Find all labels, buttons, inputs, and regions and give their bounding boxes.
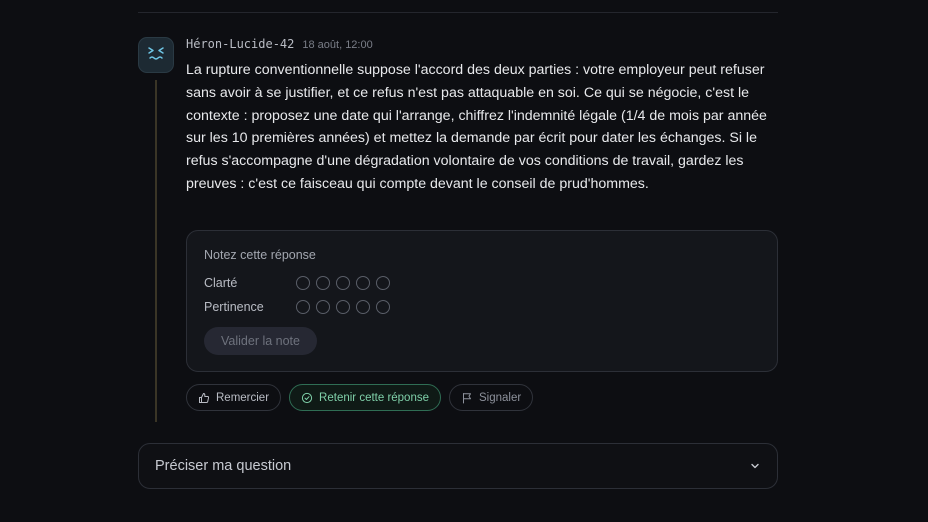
rating-label: Pertinence — [204, 300, 264, 314]
message-actions: Remercier Retenir cette réponse Signaler — [186, 384, 534, 411]
refine-question-label: Préciser ma question — [155, 458, 292, 474]
rating-dot[interactable] — [316, 276, 330, 290]
rating-dot[interactable] — [376, 276, 390, 290]
thread-line — [155, 80, 157, 422]
report-button[interactable]: Signaler — [449, 384, 534, 411]
rating-scale-clarity — [296, 276, 390, 290]
rating-title: Notez cette réponse — [204, 248, 316, 262]
rating-row-relevance: Pertinence — [204, 298, 390, 316]
rating-dot[interactable] — [356, 276, 370, 290]
thumbs-up-icon — [198, 392, 210, 404]
sleepy-face-icon — [145, 42, 167, 69]
message-header: Héron-Lucide-42 18 août, 12:00 — [186, 37, 373, 53]
refine-question-dropdown[interactable]: Préciser ma question — [138, 443, 778, 489]
rating-dot[interactable] — [296, 276, 310, 290]
check-circle-icon — [301, 392, 313, 404]
rating-dot[interactable] — [376, 300, 390, 314]
rating-dot[interactable] — [356, 300, 370, 314]
message-paragraph: La rupture conventionnelle suppose l'acc… — [186, 62, 767, 192]
rating-dot[interactable] — [296, 300, 310, 314]
author-name: Héron-Lucide-42 — [186, 37, 295, 51]
keep-answer-button[interactable]: Retenir cette réponse — [289, 384, 441, 411]
thank-button[interactable]: Remercier — [186, 384, 282, 411]
conversation-view: Héron-Lucide-42 18 août, 12:00 La ruptur… — [0, 0, 928, 522]
author-avatar — [138, 37, 174, 73]
thank-label: Remercier — [216, 391, 270, 404]
rating-scale-relevance — [296, 300, 390, 314]
divider — [138, 12, 778, 13]
flag-icon — [461, 392, 473, 404]
message-timestamp: 18 août, 12:00 — [302, 39, 373, 51]
rating-row-clarity: Clarté — [204, 274, 390, 292]
validate-rating-button[interactable]: Valider la note — [204, 327, 317, 355]
rating-label: Clarté — [204, 276, 238, 290]
report-label: Signaler — [479, 391, 522, 404]
rating-dot[interactable] — [336, 276, 350, 290]
chevron-down-icon — [749, 460, 761, 472]
keep-label: Retenir cette réponse — [319, 391, 429, 404]
rating-dot[interactable] — [316, 300, 330, 314]
message-body: La rupture conventionnelle suppose l'acc… — [186, 59, 786, 196]
rating-dot[interactable] — [336, 300, 350, 314]
rating-card: Notez cette réponse Clarté Pertinence Va… — [186, 230, 778, 372]
